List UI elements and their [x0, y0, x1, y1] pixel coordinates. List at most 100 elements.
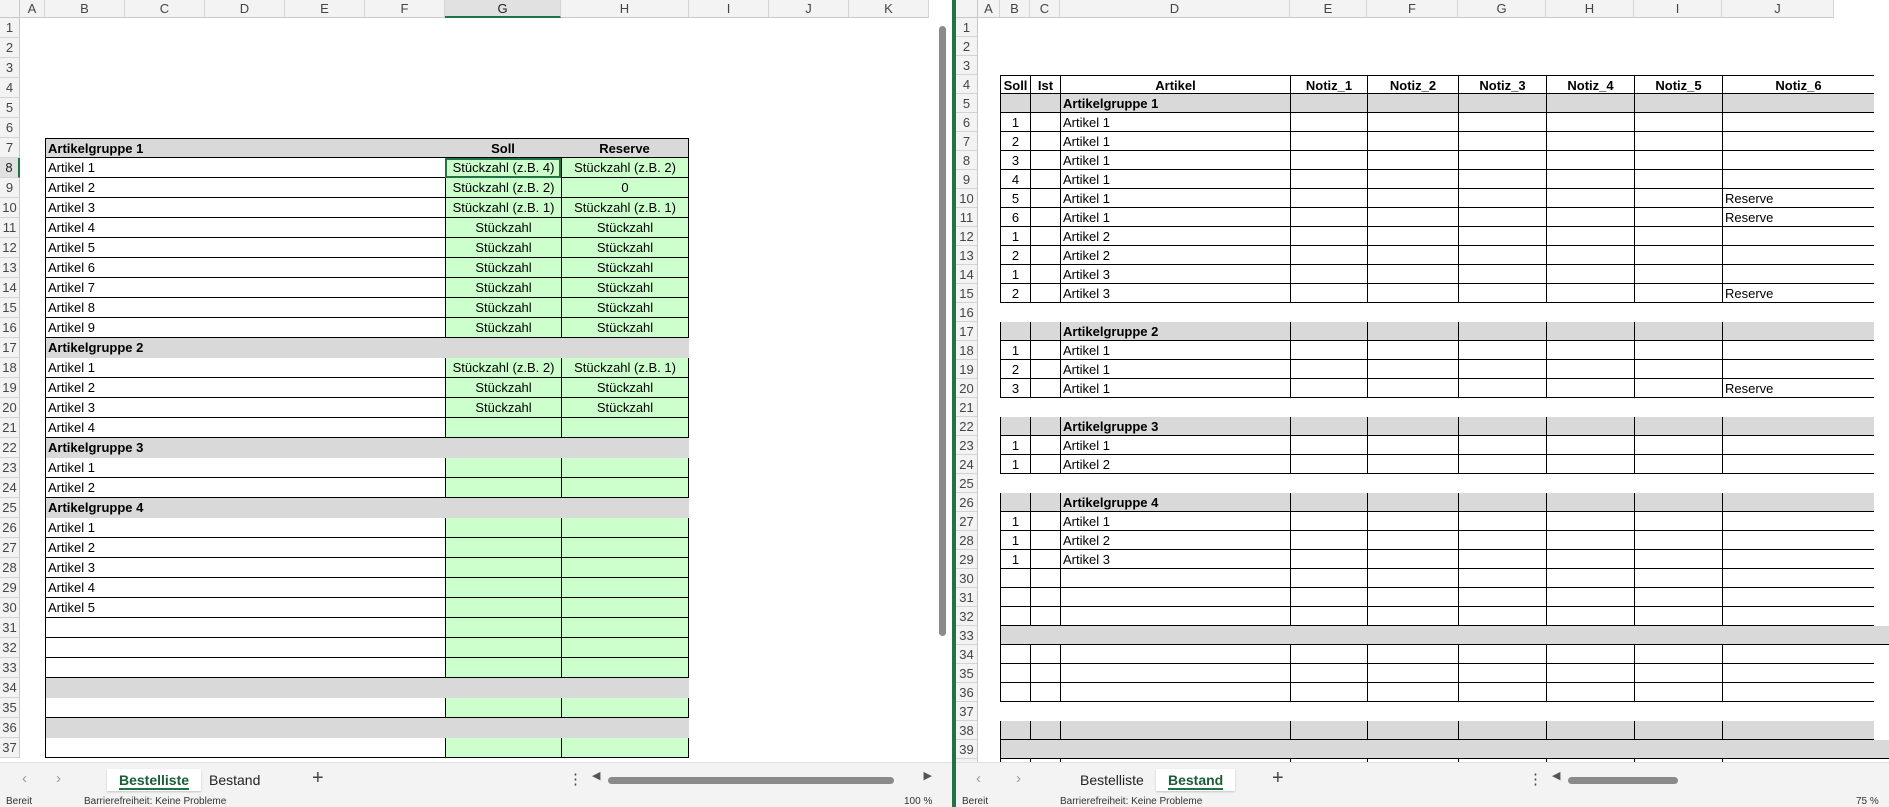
reserve-quantity-cell[interactable]: 0	[561, 178, 689, 198]
note-cell-3[interactable]	[1458, 607, 1546, 626]
note-cell-4[interactable]	[1546, 284, 1634, 303]
article-name-cell[interactable]: Artikel 4	[45, 418, 445, 438]
article-name-cell[interactable]: Artikel 1	[45, 358, 445, 378]
row-header-22[interactable]: 22	[0, 438, 20, 458]
article-name-cell[interactable]: Artikel 3	[45, 198, 445, 218]
row-header-13[interactable]: 13	[0, 258, 20, 278]
soll-count-cell[interactable]: 1	[1000, 550, 1030, 569]
note-cell-1[interactable]	[1290, 379, 1367, 398]
note-cell-3[interactable]	[1458, 379, 1546, 398]
row-header-23[interactable]: 23	[956, 436, 978, 455]
ist-count-cell[interactable]	[1030, 132, 1060, 151]
row-header-37[interactable]: 37	[956, 702, 978, 721]
row-header-37[interactable]: 37	[0, 738, 20, 758]
article-name-cell[interactable]: Artikel 1	[45, 518, 445, 538]
row-header-5[interactable]: 5	[956, 94, 978, 113]
scroll-left-icon[interactable]: ◀	[592, 769, 600, 782]
article-name-cell[interactable]: Artikel 2	[1060, 246, 1290, 265]
note-cell-1[interactable]	[1290, 588, 1367, 607]
reserve-quantity-cell[interactable]	[561, 658, 689, 678]
note-cell-2[interactable]	[1367, 569, 1458, 588]
row-header-7[interactable]: 7	[956, 132, 978, 151]
row-header-8[interactable]: 8	[956, 151, 978, 170]
row-header-27[interactable]: 27	[956, 512, 978, 531]
article-name-cell[interactable]	[1060, 607, 1290, 626]
row-header-30[interactable]: 30	[0, 598, 20, 618]
note-cell-5[interactable]	[1634, 170, 1722, 189]
tab-bestand[interactable]: Bestand	[1156, 769, 1236, 791]
note-cell-6[interactable]: Reserve	[1722, 379, 1874, 398]
note-cell-4[interactable]	[1546, 531, 1634, 550]
soll-quantity-cell[interactable]	[445, 518, 561, 538]
note-cell-6[interactable]	[1722, 113, 1874, 132]
row-header-26[interactable]: 26	[0, 518, 20, 538]
soll-quantity-cell[interactable]: Stückzahl	[445, 318, 561, 338]
row-header-15[interactable]: 15	[0, 298, 20, 318]
soll-quantity-cell[interactable]	[445, 618, 561, 638]
note-cell-3[interactable]	[1458, 113, 1546, 132]
soll-quantity-cell[interactable]: Stückzahl	[445, 238, 561, 258]
reserve-quantity-cell[interactable]	[561, 598, 689, 618]
row-header-8[interactable]: 8	[0, 158, 20, 178]
note-cell-4[interactable]	[1546, 360, 1634, 379]
row-header-21[interactable]: 21	[956, 398, 978, 417]
tab-bestelliste[interactable]: Bestelliste	[1068, 769, 1156, 791]
select-all-corner[interactable]	[956, 0, 978, 18]
row-header-39[interactable]: 39	[956, 740, 978, 759]
article-name-cell[interactable]: Artikel 3	[45, 398, 445, 418]
note-cell-2[interactable]	[1367, 113, 1458, 132]
row-header-6[interactable]: 6	[0, 118, 20, 138]
ist-count-cell[interactable]	[1030, 588, 1060, 607]
note-cell-5[interactable]	[1634, 113, 1722, 132]
note-cell-5[interactable]	[1634, 455, 1722, 474]
row-header-34[interactable]: 34	[956, 645, 978, 664]
row-header-17[interactable]: 17	[956, 322, 978, 341]
note-cell-1[interactable]	[1290, 284, 1367, 303]
article-name-cell[interactable]: Artikel 1	[1060, 189, 1290, 208]
note-cell-4[interactable]	[1546, 227, 1634, 246]
reserve-quantity-cell[interactable]	[561, 638, 689, 658]
note-cell-6[interactable]	[1722, 227, 1874, 246]
left-horizontal-scrollbar[interactable]: ◀ ▶	[592, 770, 932, 786]
note-cell-2[interactable]	[1367, 246, 1458, 265]
note-cell-1[interactable]	[1290, 113, 1367, 132]
column-header-d[interactable]: D	[205, 0, 285, 18]
note-cell-1[interactable]	[1290, 531, 1367, 550]
reserve-quantity-cell[interactable]	[561, 698, 689, 718]
column-header-a[interactable]: A	[20, 0, 45, 18]
scroll-right-icon[interactable]: ▶	[924, 769, 932, 782]
soll-quantity-cell[interactable]: Stückzahl	[445, 278, 561, 298]
note-cell-6[interactable]: Reserve	[1722, 189, 1874, 208]
row-header-25[interactable]: 25	[0, 498, 20, 518]
note-cell-5[interactable]	[1634, 284, 1722, 303]
plus-icon[interactable]: +	[312, 767, 324, 790]
soll-count-cell[interactable]: 1	[1000, 113, 1030, 132]
article-name-cell[interactable]: Artikel 5	[45, 238, 445, 258]
soll-quantity-cell[interactable]: Stückzahl (z.B. 4)	[445, 158, 561, 178]
note-cell-4[interactable]	[1546, 265, 1634, 284]
note-cell-6[interactable]	[1722, 569, 1874, 588]
soll-quantity-cell[interactable]: Stückzahl	[445, 258, 561, 278]
left-horizontal-scroll-thumb[interactable]	[608, 777, 894, 784]
note-cell-2[interactable]	[1367, 170, 1458, 189]
article-name-cell[interactable]	[1060, 569, 1290, 588]
soll-count-cell[interactable]	[1000, 588, 1030, 607]
row-header-19[interactable]: 19	[956, 360, 978, 379]
row-header-17[interactable]: 17	[0, 338, 20, 358]
row-header-24[interactable]: 24	[0, 478, 20, 498]
soll-count-cell[interactable]	[1000, 569, 1030, 588]
note-cell-2[interactable]	[1367, 227, 1458, 246]
note-cell-3[interactable]	[1458, 227, 1546, 246]
note-cell-5[interactable]	[1634, 246, 1722, 265]
reserve-quantity-cell[interactable]: Stückzahl	[561, 218, 689, 238]
article-name-cell[interactable]: Artikel 1	[1060, 132, 1290, 151]
note-cell-5[interactable]	[1634, 265, 1722, 284]
ist-count-cell[interactable]	[1030, 645, 1060, 664]
soll-count-cell[interactable]: 2	[1000, 284, 1030, 303]
column-header-d[interactable]: D	[1060, 0, 1290, 18]
soll-quantity-cell[interactable]	[445, 538, 561, 558]
note-cell-4[interactable]	[1546, 341, 1634, 360]
note-cell-5[interactable]	[1634, 227, 1722, 246]
ist-count-cell[interactable]	[1030, 683, 1060, 702]
row-header-38[interactable]: 38	[956, 721, 978, 740]
